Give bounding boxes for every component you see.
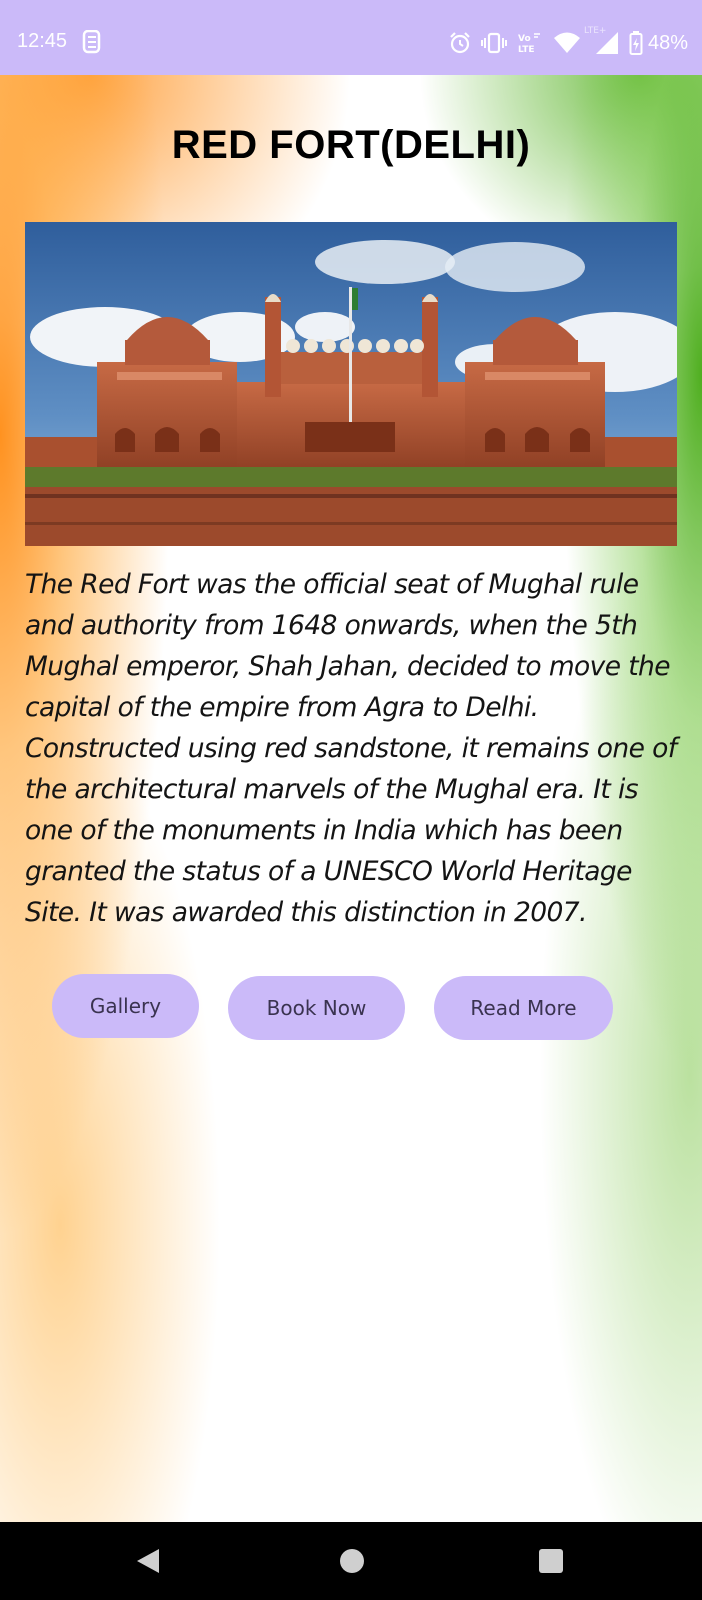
monument-description: The Red Fort was the official seat of Mu…: [25, 569, 677, 928]
wifi-icon: [553, 32, 580, 53]
page-title: RED FORT(DELHI): [171, 123, 531, 167]
book-now-button[interactable]: Book Now: [228, 976, 405, 1040]
status-bar: 12:45 Vo LTE LTE+ 48%: [0, 0, 702, 75]
vibrate-icon: [480, 32, 507, 54]
back-icon[interactable]: [135, 1547, 161, 1575]
home-icon[interactable]: [339, 1548, 365, 1574]
cell-signal: LTE+: [584, 26, 620, 56]
red-fort-image: [25, 222, 677, 546]
svg-text:Vo: Vo: [518, 34, 531, 44]
battery-percentage: 48%: [647, 31, 688, 54]
status-icons: Vo LTE LTE+ 48%: [448, 26, 688, 58]
read-more-button[interactable]: Read More: [434, 976, 613, 1040]
cell-signal-icon: [595, 32, 618, 54]
navigation-bar: [0, 1522, 702, 1600]
main-content: RED FORT(DELHI) The Red Fort was the off…: [0, 75, 702, 1522]
recents-icon[interactable]: [539, 1549, 563, 1573]
svg-text:LTE: LTE: [518, 45, 535, 55]
battery-icon: [629, 31, 643, 55]
gallery-button[interactable]: Gallery: [52, 974, 199, 1038]
alarm-icon: [450, 32, 470, 54]
status-time: 12:45: [17, 30, 68, 52]
volte-icon: Vo LTE: [518, 33, 540, 55]
sync-app-icon: [82, 30, 101, 54]
